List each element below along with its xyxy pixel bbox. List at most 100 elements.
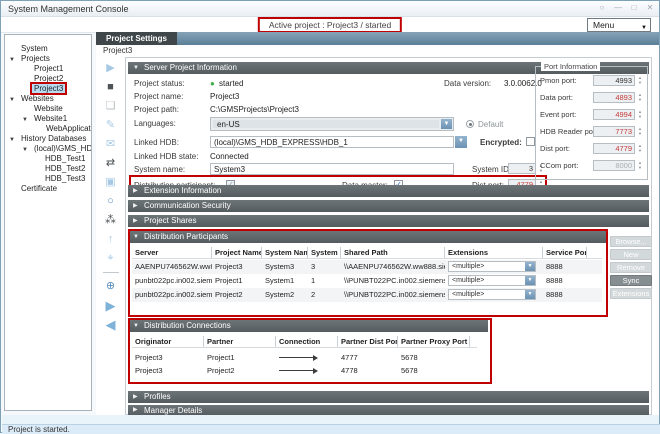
- sync-button[interactable]: Sync: [610, 275, 652, 286]
- comment-icon[interactable]: ✉: [97, 135, 124, 154]
- cell-service-port: 8888: [543, 288, 587, 302]
- restore-icon[interactable]: ○: [97, 192, 124, 211]
- system-management-console-window: System Management Console ○—□✕ Active pr…: [0, 0, 660, 433]
- relink-hdb-icon[interactable]: ⇄: [97, 154, 124, 173]
- tree-item-webapplication1[interactable]: WebApplication1: [5, 124, 91, 134]
- maximize-icon[interactable]: □: [629, 3, 639, 12]
- copy-project-icon[interactable]: ❏: [97, 97, 124, 116]
- chevron-down-icon[interactable]: ▼: [441, 119, 452, 129]
- arrow-head: [313, 355, 318, 361]
- expand-arrow-icon: ▶: [133, 200, 138, 212]
- system-id-field[interactable]: 3: [508, 163, 536, 174]
- column-header-system-id[interactable]: System ID: [308, 247, 341, 258]
- tree-item-hdb-test1[interactable]: HDB_Test1: [5, 154, 91, 164]
- section-project-shares[interactable]: ▶ Project Shares: [128, 215, 649, 227]
- languages-combo[interactable]: en-US ▼: [210, 117, 454, 131]
- tree-item-website[interactable]: Website: [5, 104, 91, 114]
- chevron-down-icon[interactable]: ▼: [525, 262, 535, 271]
- tree-item-website1[interactable]: ▼Website1: [5, 114, 91, 124]
- stop-project-icon[interactable]: ■: [97, 78, 124, 97]
- column-header-extensions[interactable]: Extensions: [445, 247, 543, 258]
- tree-item-project1[interactable]: Project1: [5, 64, 91, 74]
- chevron-down-icon[interactable]: ▼: [525, 290, 535, 299]
- extensions-dropdown[interactable]: <multiple>▼: [448, 275, 536, 286]
- tree-item-hdb-test3[interactable]: HDB_Test3: [5, 174, 91, 184]
- data-port-label: Data port:: [540, 93, 573, 102]
- column-header-server[interactable]: Server: [132, 247, 212, 258]
- subtab-project3[interactable]: Project3: [96, 45, 659, 57]
- hdb-reader-port-field[interactable]: 7773: [593, 126, 635, 137]
- collapse-panel-icon[interactable]: ◀: [97, 315, 124, 334]
- chevron-down-icon[interactable]: ▼: [525, 276, 535, 285]
- section-distribution-connections[interactable]: ▼ Distribution Connections: [128, 320, 488, 332]
- add-icon[interactable]: ⊕: [97, 277, 124, 296]
- section-communication-security[interactable]: ▶ Communication Security: [128, 200, 649, 212]
- pin-icon[interactable]: ⌖: [97, 249, 124, 268]
- spinner-icon[interactable]: ▲▼: [636, 126, 644, 136]
- cell-partner-proxy-port: 5678: [398, 364, 470, 377]
- distribution-icon[interactable]: ⁂: [97, 211, 124, 230]
- spinner-icon[interactable]: ▲▼: [636, 143, 644, 153]
- data-port-field[interactable]: 4893: [593, 92, 635, 103]
- section-distribution-participants[interactable]: ▼ Distribution Participants: [128, 231, 608, 243]
- minimize-icon[interactable]: —: [613, 3, 623, 12]
- participant-row[interactable]: punbt022pc.in002.siemens.netProject2Syst…: [132, 288, 602, 302]
- ccom-port-field: 8000: [593, 160, 635, 171]
- column-header-connection[interactable]: Connection: [276, 336, 338, 347]
- extensions-dropdown[interactable]: <multiple> ▼: [448, 289, 536, 300]
- column-header-originator[interactable]: Originator: [132, 336, 204, 347]
- system-tree: System▼ProjectsProject1Project2Project3▼…: [4, 34, 92, 411]
- close-icon[interactable]: ✕: [645, 3, 655, 12]
- dist-port-field[interactable]: 4779: [593, 143, 635, 154]
- section-extension-information[interactable]: ▶ Extension Information: [128, 185, 649, 197]
- upgrade-icon[interactable]: ↑: [97, 230, 124, 249]
- column-header-partner[interactable]: Partner: [204, 336, 276, 347]
- help-icon[interactable]: ○: [597, 3, 607, 12]
- event-port-field[interactable]: 4994: [593, 109, 635, 120]
- spinner-icon[interactable]: ▲▼: [636, 75, 644, 85]
- tree-item-websites[interactable]: ▼Websites: [5, 94, 91, 104]
- tree-item-hdb-test2[interactable]: HDB_Test2: [5, 164, 91, 174]
- connection-row[interactable]: Project3Project247785678: [132, 364, 477, 377]
- linked-hdb-dropdown-icon[interactable]: ▼: [455, 136, 467, 148]
- spinner-icon[interactable]: ▲▼: [636, 92, 644, 102]
- section-profiles[interactable]: ▶ Profiles: [128, 391, 649, 403]
- column-header-shared-path[interactable]: Shared Path: [341, 247, 445, 258]
- tree-item-project3[interactable]: Project3: [5, 84, 91, 94]
- column-header-partner-dist-port[interactable]: Partner Dist Port: [338, 336, 398, 347]
- participant-row[interactable]: AAENPU746562W.ww88lProject3System33\\AAE…: [132, 260, 602, 274]
- collapse-arrow-icon: ▼: [133, 320, 139, 332]
- pmon-port-field[interactable]: 4993: [593, 75, 635, 86]
- extensions-value: <multiple>: [452, 290, 484, 299]
- spinner-icon[interactable]: ▲▼: [636, 109, 644, 119]
- encrypted-checkbox[interactable]: [526, 137, 535, 146]
- participant-row[interactable]: punbt022pc.in002.siemens.netProject1Syst…: [132, 274, 602, 288]
- tree-item-label: (local)\GMS_HDB_EXPRES: [32, 144, 92, 153]
- tree-item-history-databases[interactable]: ▼History Databases: [5, 134, 91, 144]
- column-header-service-port[interactable]: Service Port: [543, 247, 587, 258]
- encrypted-label: Encrypted:: [480, 138, 522, 147]
- extensions-dropdown[interactable]: <multiple> ▼: [448, 261, 536, 272]
- column-header-project-name[interactable]: Project Name: [212, 247, 262, 258]
- tab-project-settings[interactable]: Project Settings: [96, 32, 177, 45]
- column-header-partner-proxy-port[interactable]: Partner Proxy Port: [398, 336, 470, 347]
- connection-row[interactable]: Project3Project147775678: [132, 351, 477, 364]
- column-header-system-name[interactable]: System Name: [262, 247, 308, 258]
- save-icon[interactable]: ▣: [97, 173, 124, 192]
- extensions-value: <multiple>: [452, 262, 484, 271]
- system-name-input[interactable]: [210, 163, 454, 175]
- tree-item-system[interactable]: System: [5, 44, 91, 54]
- tree-item-projects[interactable]: ▼Projects: [5, 54, 91, 64]
- cell-partner: Project1: [204, 351, 276, 364]
- menu-dropdown[interactable]: Menu ▼: [587, 18, 651, 32]
- tree-item-certificate[interactable]: Certificate: [5, 184, 91, 194]
- cell-partner-proxy-port: 5678: [398, 351, 470, 364]
- expand-panel-icon[interactable]: ▶: [97, 296, 124, 315]
- top-toolbar: Active project : Project3 / started Menu…: [1, 17, 659, 33]
- start-project-icon[interactable]: ▶: [97, 59, 124, 78]
- project-name-value: Project3: [210, 92, 239, 101]
- tree-item-project2[interactable]: Project2: [5, 74, 91, 84]
- edit-project-icon[interactable]: ✎: [97, 116, 124, 135]
- tree-item-local-gms-hdb-expres[interactable]: ▼(local)\GMS_HDB_EXPRES: [5, 144, 91, 154]
- default-language-radio[interactable]: [466, 120, 474, 128]
